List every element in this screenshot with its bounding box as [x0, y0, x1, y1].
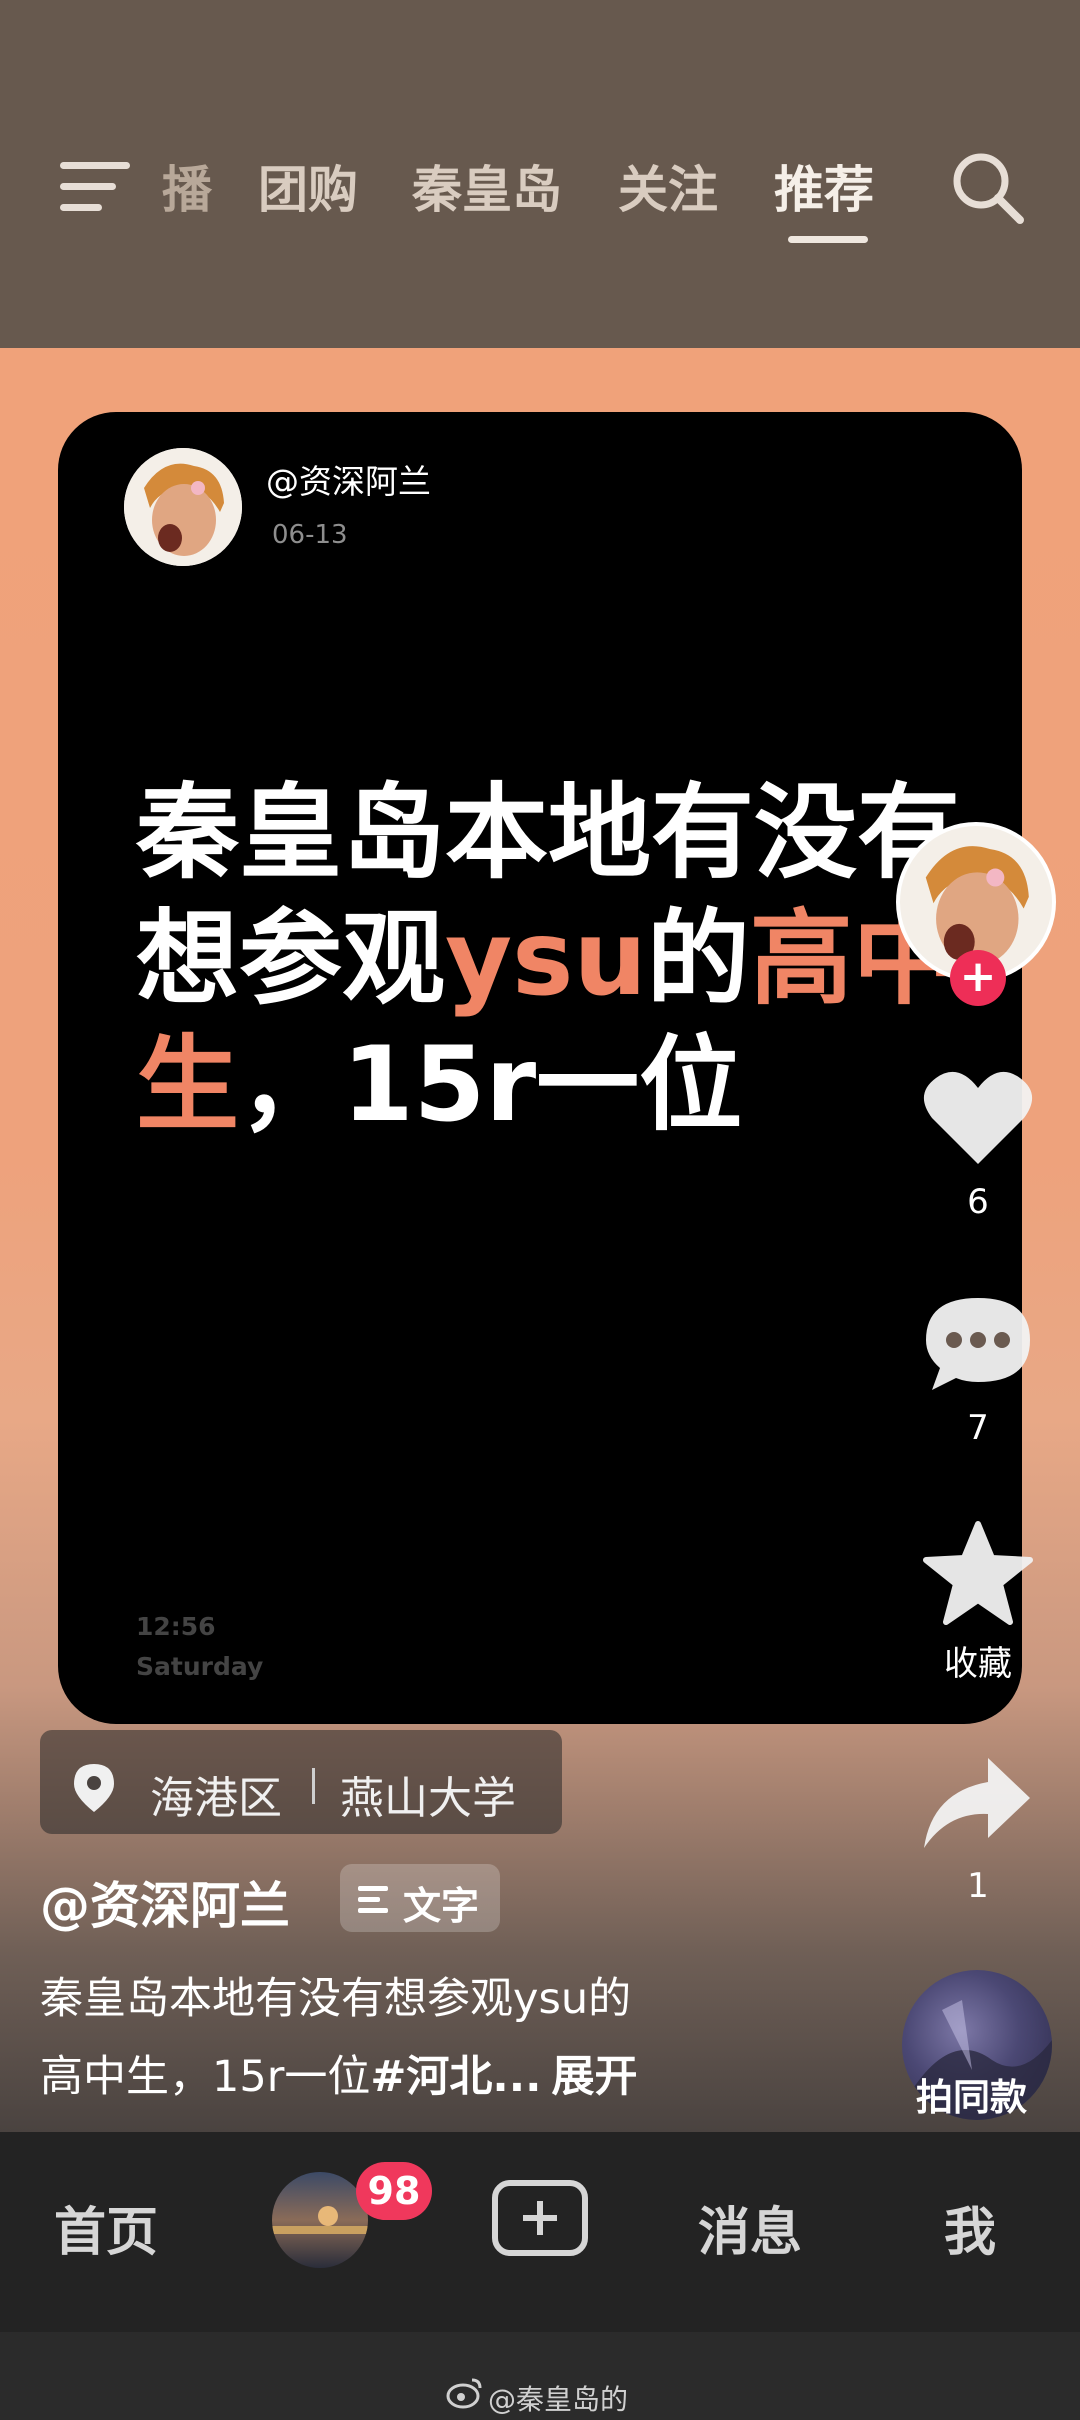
card-date: 06-13 [272, 520, 348, 550]
favorite-label: 收藏 [944, 1644, 1012, 1684]
text-lines-icon [358, 1886, 388, 1913]
tab-recommend[interactable]: 推荐 [774, 150, 874, 222]
tab-group-buy[interactable]: 团购 [258, 150, 358, 222]
location-place: 燕山大学 [340, 1773, 516, 1824]
post-caption: 秦皇岛本地有没有想参观ysu的 高中生，15r一位#河北... 展开 [40, 1960, 760, 2116]
nav-messages[interactable]: 消息 [698, 2190, 802, 2265]
share-icon[interactable] [918, 1752, 1034, 1852]
location-district: 海港区 [150, 1773, 282, 1824]
search-icon[interactable] [950, 150, 1025, 225]
share-count: 1 [967, 1866, 989, 1906]
card-time: 12:56 [136, 1612, 216, 1641]
card-avatar [124, 448, 242, 566]
weibo-logo-icon [446, 2378, 482, 2409]
comment-count: 7 [967, 1408, 989, 1448]
watermark-text: @秦皇岛的 [488, 2383, 629, 2416]
nav-home[interactable]: 首页 [54, 2190, 158, 2265]
nav-friends-avatar[interactable] [272, 2172, 368, 2268]
caption-line-1: 秦皇岛本地有没有想参观ysu的 [40, 1974, 632, 2024]
create-post-button[interactable] [492, 2180, 588, 2256]
tab-city[interactable]: 秦皇岛 [412, 150, 562, 222]
star-icon[interactable] [922, 1520, 1034, 1628]
post-headline: 秦皇岛本地有没有想参观ysu的高中生，15r一位 [136, 773, 960, 1145]
comment-icon[interactable] [922, 1294, 1034, 1394]
expand-button[interactable]: 展开 [551, 2052, 637, 2102]
location-separator [312, 1768, 315, 1804]
tab-following[interactable]: 关注 [618, 150, 718, 222]
menu-icon[interactable] [60, 162, 130, 212]
follow-button[interactable]: + [950, 950, 1006, 1006]
active-tab-indicator [788, 236, 868, 243]
like-count: 6 [967, 1182, 989, 1222]
heart-icon[interactable] [922, 1068, 1034, 1168]
card-day: Saturday [136, 1652, 264, 1681]
caption-line-2: 高中生，15r一位#河北... 展开 [40, 2052, 638, 2102]
post-type-label: 文字 [403, 1884, 480, 1928]
notification-badge: 98 [356, 2162, 432, 2220]
tab-live[interactable]: 播 [162, 150, 212, 222]
location-pin-icon [74, 1764, 114, 1812]
hashtag[interactable]: #河北... [370, 2052, 541, 2102]
post-author[interactable]: @资深阿兰 [40, 1866, 290, 1938]
nav-me[interactable]: 我 [944, 2190, 996, 2265]
card-username: @资深阿兰 [266, 462, 431, 501]
same-style-label[interactable]: 拍同款 [916, 2067, 1027, 2121]
